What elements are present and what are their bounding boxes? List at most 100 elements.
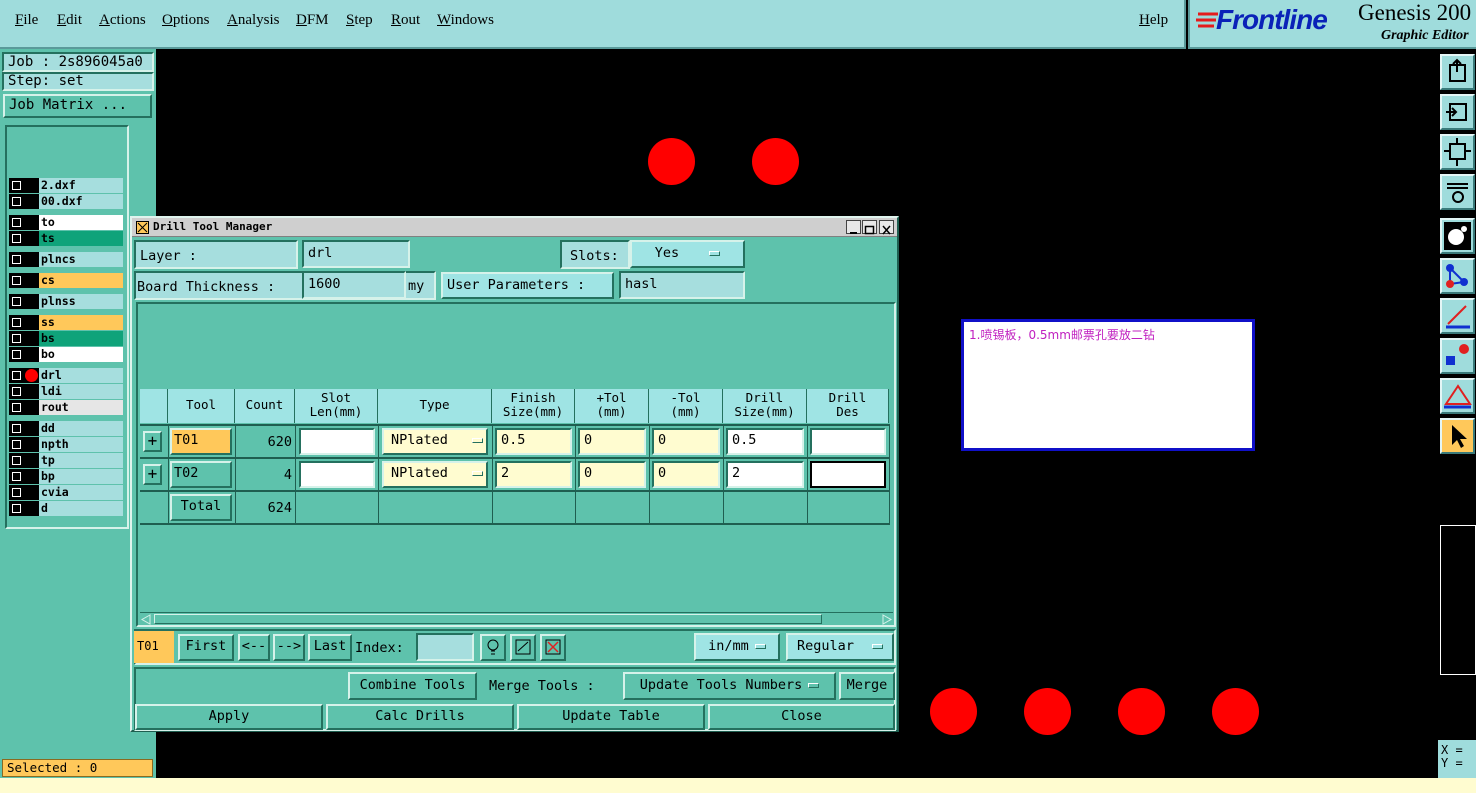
window-menu-icon[interactable] [136, 221, 149, 234]
menu-dfm[interactable]: DFM [296, 12, 329, 29]
layer-row-bo[interactable]: bo [9, 347, 123, 362]
plus-tol-field[interactable]: 0 [578, 461, 646, 488]
import-button[interactable] [1440, 94, 1475, 130]
layer-checkbox[interactable] [9, 231, 23, 246]
mode-dropdown[interactable]: Regular [786, 633, 894, 661]
layer-row-bs[interactable]: bs [9, 331, 123, 346]
layer-row-ts[interactable]: ts [9, 231, 123, 246]
layer-row-ldi[interactable]: ldi [9, 384, 123, 399]
merge-option-dropdown[interactable]: Update Tools Numbers [623, 672, 836, 700]
expand-row-button[interactable]: + [143, 464, 162, 485]
layer-checkbox[interactable] [9, 469, 23, 484]
last-button[interactable]: Last [308, 634, 352, 661]
layer-checkbox[interactable] [9, 485, 23, 500]
circle-tool-button[interactable] [1440, 218, 1475, 254]
layer-checkbox[interactable] [9, 315, 23, 330]
close-button[interactable]: Close [708, 704, 895, 730]
job-matrix-button[interactable]: Job Matrix ... [3, 94, 152, 118]
type-dropdown[interactable]: NPlated [382, 461, 488, 488]
finish-size-field[interactable]: 0.5 [495, 428, 572, 455]
scroll-left-icon[interactable] [140, 614, 152, 625]
menu-actions[interactable]: Actions [99, 12, 146, 29]
merge-button[interactable]: Merge [839, 672, 895, 700]
layer-row-plnss[interactable]: plnss [9, 294, 123, 309]
slots-dropdown[interactable]: Yes [630, 240, 745, 268]
hint-button[interactable] [480, 634, 506, 661]
layer-row-cvia[interactable]: cvia [9, 485, 123, 500]
layer-checkbox[interactable] [9, 215, 23, 230]
menu-rout[interactable]: Rout [391, 12, 420, 29]
layer-checkbox[interactable] [9, 273, 23, 288]
prev-button[interactable]: <-- [238, 634, 270, 661]
type-dropdown[interactable]: NPlated [382, 428, 488, 455]
user-parameters-button[interactable]: User Parameters : [441, 272, 614, 299]
menu-analysis[interactable]: Analysis [227, 12, 280, 29]
combine-tools-button[interactable]: Combine Tools [348, 672, 477, 700]
layer-row-2-dxf[interactable]: 2.dxf [9, 178, 123, 193]
drill-size-field[interactable]: 0.5 [726, 428, 804, 455]
layer-checkbox[interactable] [9, 384, 23, 399]
user-parameters-field[interactable]: hasl [619, 271, 745, 299]
layer-checkbox[interactable] [9, 252, 23, 267]
menu-help[interactable]: Help [1139, 12, 1168, 29]
drill-des-field[interactable] [810, 428, 886, 455]
units-dropdown[interactable]: in/mm [694, 633, 780, 661]
finish-size-field[interactable]: 2 [495, 461, 572, 488]
scroll-thumb[interactable] [154, 614, 822, 624]
fit-window-button[interactable] [1440, 134, 1475, 170]
tool-button[interactable]: T02 [170, 461, 232, 488]
line-tool-button[interactable] [1440, 298, 1475, 334]
layer-row-ss[interactable]: ss [9, 315, 123, 330]
layer-checkbox[interactable] [9, 437, 23, 452]
layer-row-plncs[interactable]: plncs [9, 252, 123, 267]
layer-field[interactable]: drl [302, 240, 410, 268]
index-field[interactable] [416, 633, 474, 661]
menu-edit[interactable]: Edit [57, 12, 82, 29]
apply-button[interactable]: Apply [135, 704, 323, 730]
slot-len-field[interactable] [299, 428, 375, 455]
plus-tol-field[interactable]: 0 [578, 428, 646, 455]
layer-row-dd[interactable]: dd [9, 421, 123, 436]
menu-options[interactable]: Options [162, 12, 210, 29]
layer-row-npth[interactable]: npth [9, 437, 123, 452]
menu-step[interactable]: Step [346, 12, 373, 29]
thickness-field[interactable]: 1600 [302, 271, 406, 299]
layer-checkbox[interactable] [9, 421, 23, 436]
layer-row-tp[interactable]: tp [9, 453, 123, 468]
layer-checkbox[interactable] [9, 178, 23, 193]
drill-size-field[interactable]: 2 [726, 461, 804, 488]
drill-des-field[interactable] [810, 461, 886, 488]
layer-row-rout[interactable]: rout [9, 400, 123, 415]
scroll-right-icon[interactable] [881, 614, 893, 625]
export-button[interactable] [1440, 54, 1475, 90]
pads-button[interactable] [1440, 338, 1475, 374]
layer-row-drl[interactable]: drl [9, 368, 123, 383]
layer-checkbox[interactable] [9, 368, 23, 383]
menu-windows[interactable]: Windows [437, 12, 494, 29]
layer-row-to[interactable]: to [9, 215, 123, 230]
layer-row-bp[interactable]: bp [9, 469, 123, 484]
pointer-button[interactable] [1440, 418, 1475, 454]
layer-checkbox[interactable] [9, 347, 23, 362]
minus-tol-field[interactable]: 0 [652, 461, 720, 488]
filter-button[interactable] [510, 634, 536, 661]
layer-checkbox[interactable] [9, 453, 23, 468]
maximize-button[interactable] [862, 220, 877, 235]
menu-file[interactable]: File [15, 12, 38, 29]
layer-checkbox[interactable] [9, 501, 23, 516]
next-button[interactable]: --> [273, 634, 305, 661]
minimize-button[interactable] [846, 220, 861, 234]
first-button[interactable]: First [178, 634, 234, 661]
tool-button[interactable]: T01 [170, 428, 232, 455]
tools-button[interactable] [1440, 174, 1475, 210]
close-window-button[interactable] [879, 220, 894, 235]
slot-len-field[interactable] [299, 461, 375, 488]
horizontal-scrollbar[interactable] [140, 612, 893, 625]
layer-checkbox[interactable] [9, 194, 23, 209]
layer-checkbox[interactable] [9, 294, 23, 309]
calc-drills-button[interactable]: Calc Drills [326, 704, 514, 730]
expand-row-button[interactable]: + [143, 431, 162, 452]
update-table-button[interactable]: Update Table [517, 704, 705, 730]
minus-tol-field[interactable]: 0 [652, 428, 720, 455]
nodes-button[interactable] [1440, 258, 1475, 294]
